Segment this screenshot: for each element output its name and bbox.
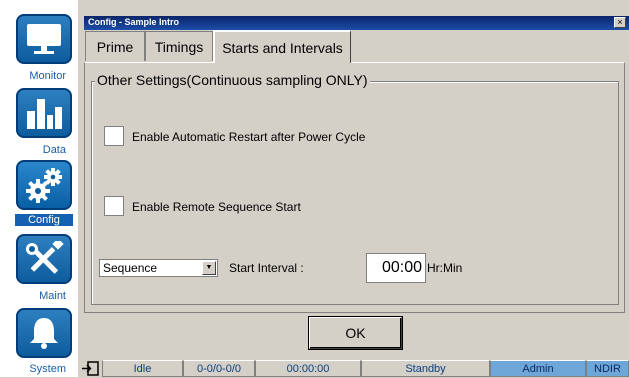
dialog-title: Config - Sample Intro <box>88 17 179 27</box>
status-time: 00:00:00 <box>255 360 361 377</box>
auto-restart-checkbox[interactable] <box>104 126 124 146</box>
auto-restart-label: Enable Automatic Restart after Power Cyc… <box>132 130 366 144</box>
monitor-label: Monitor <box>29 70 66 82</box>
status-counter: 0-0/0-0/0 <box>183 360 255 377</box>
data-button[interactable] <box>16 88 72 138</box>
sidebar: Monitor Data Config Maint System <box>0 0 78 377</box>
config-button[interactable] <box>16 160 72 210</box>
tab-timings[interactable]: Timings <box>145 31 213 61</box>
login-icon[interactable] <box>81 361 99 376</box>
bar-chart-icon <box>27 99 62 129</box>
sequence-value: Sequence <box>103 261 158 275</box>
close-button[interactable]: × <box>614 17 626 28</box>
system-button[interactable] <box>16 308 72 358</box>
status-detector: NDIR <box>586 360 629 377</box>
monitor-icon <box>27 24 61 54</box>
tab-prime[interactable]: Prime <box>85 31 145 61</box>
data-label: Data <box>42 144 66 156</box>
tab-starts-and-intervals[interactable]: Starts and Intervals <box>213 30 351 63</box>
ok-button[interactable]: OK <box>309 317 402 349</box>
remote-start-label: Enable Remote Sequence Start <box>132 200 301 214</box>
gears-icon <box>26 168 62 203</box>
maint-label: Maint <box>39 290 66 302</box>
unit-label: Hr:Min <box>427 261 463 275</box>
maint-button[interactable] <box>16 234 72 284</box>
group-title: Other Settings(Continuous sampling ONLY) <box>95 72 370 88</box>
start-interval-label: Start Interval : <box>229 261 304 275</box>
monitor-button[interactable] <box>16 14 72 64</box>
status-mode: Standby <box>361 360 490 377</box>
status-user: Admin <box>490 360 586 377</box>
dialog-titlebar: Config - Sample Intro × <box>84 16 629 30</box>
tools-icon <box>26 241 64 274</box>
system-label: System <box>29 363 66 375</box>
close-icon: × <box>617 17 623 27</box>
bell-icon <box>30 318 58 349</box>
config-label: Config <box>15 214 73 226</box>
remote-start-checkbox[interactable] <box>104 196 124 216</box>
sequence-dropdown[interactable]: Sequence ▼ <box>99 259 218 277</box>
status-state: Idle <box>102 360 183 377</box>
chevron-down-icon[interactable]: ▼ <box>202 261 216 275</box>
start-interval-input[interactable]: 00:00 <box>366 253 426 283</box>
